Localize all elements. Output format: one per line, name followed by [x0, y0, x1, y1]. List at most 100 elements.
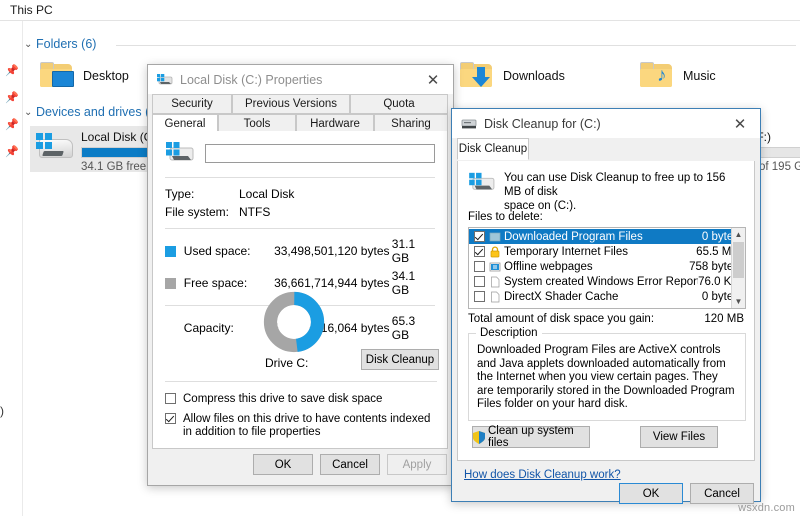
downloaded-program-files-icon [489, 231, 501, 243]
used-space-label: Used space: [183, 244, 251, 258]
list-scrollbar[interactable]: ▲ ▼ [731, 228, 745, 308]
group-header-label: Devices and drives ( [36, 105, 150, 119]
file-checkbox[interactable] [474, 231, 485, 242]
ok-button[interactable]: OK [253, 454, 313, 475]
address-bar[interactable]: This PC [0, 0, 800, 21]
capacity-spacer [165, 323, 176, 334]
list-item[interactable]: System created Windows Error Reporti... … [469, 274, 745, 289]
folder-item-music[interactable]: ♪ Music [640, 62, 716, 89]
windows-drive-icon [165, 140, 199, 167]
volume-label-input[interactable] [205, 144, 435, 163]
folder-label: Downloads [503, 68, 565, 83]
free-space-swatch [165, 277, 176, 289]
folder-downloads-icon [460, 62, 494, 89]
file-name: Offline webpages [504, 260, 593, 273]
capacity-size: 65.3 GB [391, 314, 416, 342]
list-item[interactable]: Downloaded Program Files 0 bytes [469, 229, 745, 244]
total-space-row: Total amount of disk space you gain: 120… [468, 313, 744, 325]
disk-cleanup-dialog: Disk Cleanup for (C:) ✕ Disk Cleanup You… [451, 108, 761, 504]
scroll-down-icon[interactable]: ▼ [732, 295, 745, 308]
file-checkbox[interactable] [474, 291, 485, 302]
ok-button[interactable]: OK [619, 483, 683, 504]
navigation-pane: 📌 📌 📌 📌 [0, 21, 23, 516]
disk-cleanup-icon [461, 117, 477, 130]
group-header-label: Folders (6) [36, 37, 97, 51]
cancel-button[interactable]: Cancel [320, 454, 380, 475]
chevron-down-icon: ⌄ [24, 38, 33, 50]
scroll-up-icon[interactable]: ▲ [732, 228, 745, 241]
used-space-bytes: 33,498,501,120 bytes [274, 244, 390, 258]
used-space-size: 31.1 GB [391, 237, 416, 265]
tab-security[interactable]: Security [152, 94, 232, 114]
free-space-bytes: 36,661,714,944 bytes [274, 276, 390, 290]
folder-label: Desktop [83, 68, 129, 83]
file-checkbox[interactable] [474, 276, 485, 287]
windows-drive-icon [468, 171, 496, 196]
disk-cleanup-button[interactable]: Disk Cleanup [361, 349, 439, 370]
compress-drive-checkbox[interactable] [165, 393, 176, 404]
list-item[interactable]: Offline webpages 758 bytes [469, 259, 745, 274]
folder-item-desktop[interactable]: Desktop [40, 62, 129, 89]
tab-previous-versions[interactable]: Previous Versions [232, 94, 350, 114]
clean-up-system-files-button[interactable]: Clean up system files [472, 425, 590, 449]
index-contents-checkbox-row[interactable]: Allow files on this drive to have conten… [165, 413, 437, 439]
index-contents-label: Allow files on this drive to have conten… [183, 413, 431, 438]
how-does-disk-cleanup-work-link[interactable]: How does Disk Cleanup work? [464, 469, 621, 481]
files-to-delete-list[interactable]: Downloaded Program Files 0 bytes Tempora… [468, 227, 746, 309]
tab-quota[interactable]: Quota [350, 94, 448, 114]
file-checkbox[interactable] [474, 261, 485, 272]
pin-icon[interactable]: 📌 [5, 92, 19, 104]
group-header-folders[interactable]: ⌄ Folders (6) [24, 37, 96, 51]
group-header-devices[interactable]: ⌄ Devices and drives ( [24, 105, 149, 119]
watermark: wsxdn.com [738, 502, 795, 514]
properties-tabs-top: Security Previous Versions Quota [152, 94, 450, 114]
type-label: Type: [165, 187, 195, 201]
cleanup-intro-line1: You can use Disk Cleanup to free up to 1… [504, 172, 726, 198]
file-name: Downloaded Program Files [504, 230, 643, 243]
explorer-partial-text: ) [0, 404, 4, 418]
cleanup-panel: You can use Disk Cleanup to free up to 1… [457, 161, 755, 461]
description-group: Description Downloaded Program Files are… [468, 327, 746, 421]
address-bar-text: This PC [10, 3, 53, 17]
divider [116, 45, 796, 46]
total-space-label: Total amount of disk space you gain: [468, 313, 655, 325]
scroll-thumb[interactable] [733, 242, 744, 278]
list-item[interactable]: DirectX Shader Cache 0 bytes [469, 289, 745, 304]
document-icon [489, 276, 501, 288]
properties-title-bar[interactable]: Local Disk (C:) Properties ✕ [148, 65, 453, 94]
shield-icon [473, 430, 485, 444]
cleanup-title: Disk Cleanup for (C:) [484, 116, 601, 131]
list-item[interactable]: Temporary Internet Files 65.5 MB [469, 244, 745, 259]
free-space-label: Free space: [183, 276, 248, 290]
clean-up-system-files-label: Clean up system files [488, 425, 574, 449]
disk-usage-donut-chart [263, 291, 325, 356]
folder-music-icon: ♪ [640, 62, 674, 89]
windows-drive-icon [35, 130, 73, 160]
file-system-label: File system: [165, 205, 230, 219]
index-contents-checkbox[interactable] [165, 413, 176, 424]
drive-icon [157, 73, 173, 86]
offline-webpages-icon [489, 261, 501, 273]
cleanup-tabs: Disk Cleanup [457, 138, 760, 160]
pin-icon[interactable]: 📌 [5, 65, 19, 77]
folder-label: Music [683, 68, 716, 83]
pin-icon[interactable]: 📌 [5, 119, 19, 131]
file-checkbox[interactable] [474, 246, 485, 257]
properties-title: Local Disk (C:) Properties [180, 72, 323, 87]
files-to-delete-label: Files to delete: [468, 211, 543, 223]
close-icon[interactable]: ✕ [413, 66, 453, 94]
file-name: Temporary Internet Files [504, 245, 628, 258]
folder-item-downloads[interactable]: Downloads [460, 62, 565, 89]
download-arrow-icon [472, 67, 490, 87]
description-caption: Description [476, 327, 542, 339]
cancel-button[interactable]: Cancel [690, 483, 754, 504]
tab-disk-cleanup[interactable]: Disk Cleanup [457, 138, 529, 160]
document-icon [489, 291, 501, 303]
cleanup-title-bar[interactable]: Disk Cleanup for (C:) ✕ [452, 109, 760, 138]
compress-drive-checkbox-row[interactable]: Compress this drive to save disk space [165, 393, 435, 406]
close-icon[interactable]: ✕ [720, 110, 760, 138]
used-space-swatch [165, 245, 176, 257]
pin-icon[interactable]: 📌 [5, 146, 19, 158]
type-value: Local Disk [239, 187, 295, 201]
view-files-button[interactable]: View Files [640, 426, 718, 448]
